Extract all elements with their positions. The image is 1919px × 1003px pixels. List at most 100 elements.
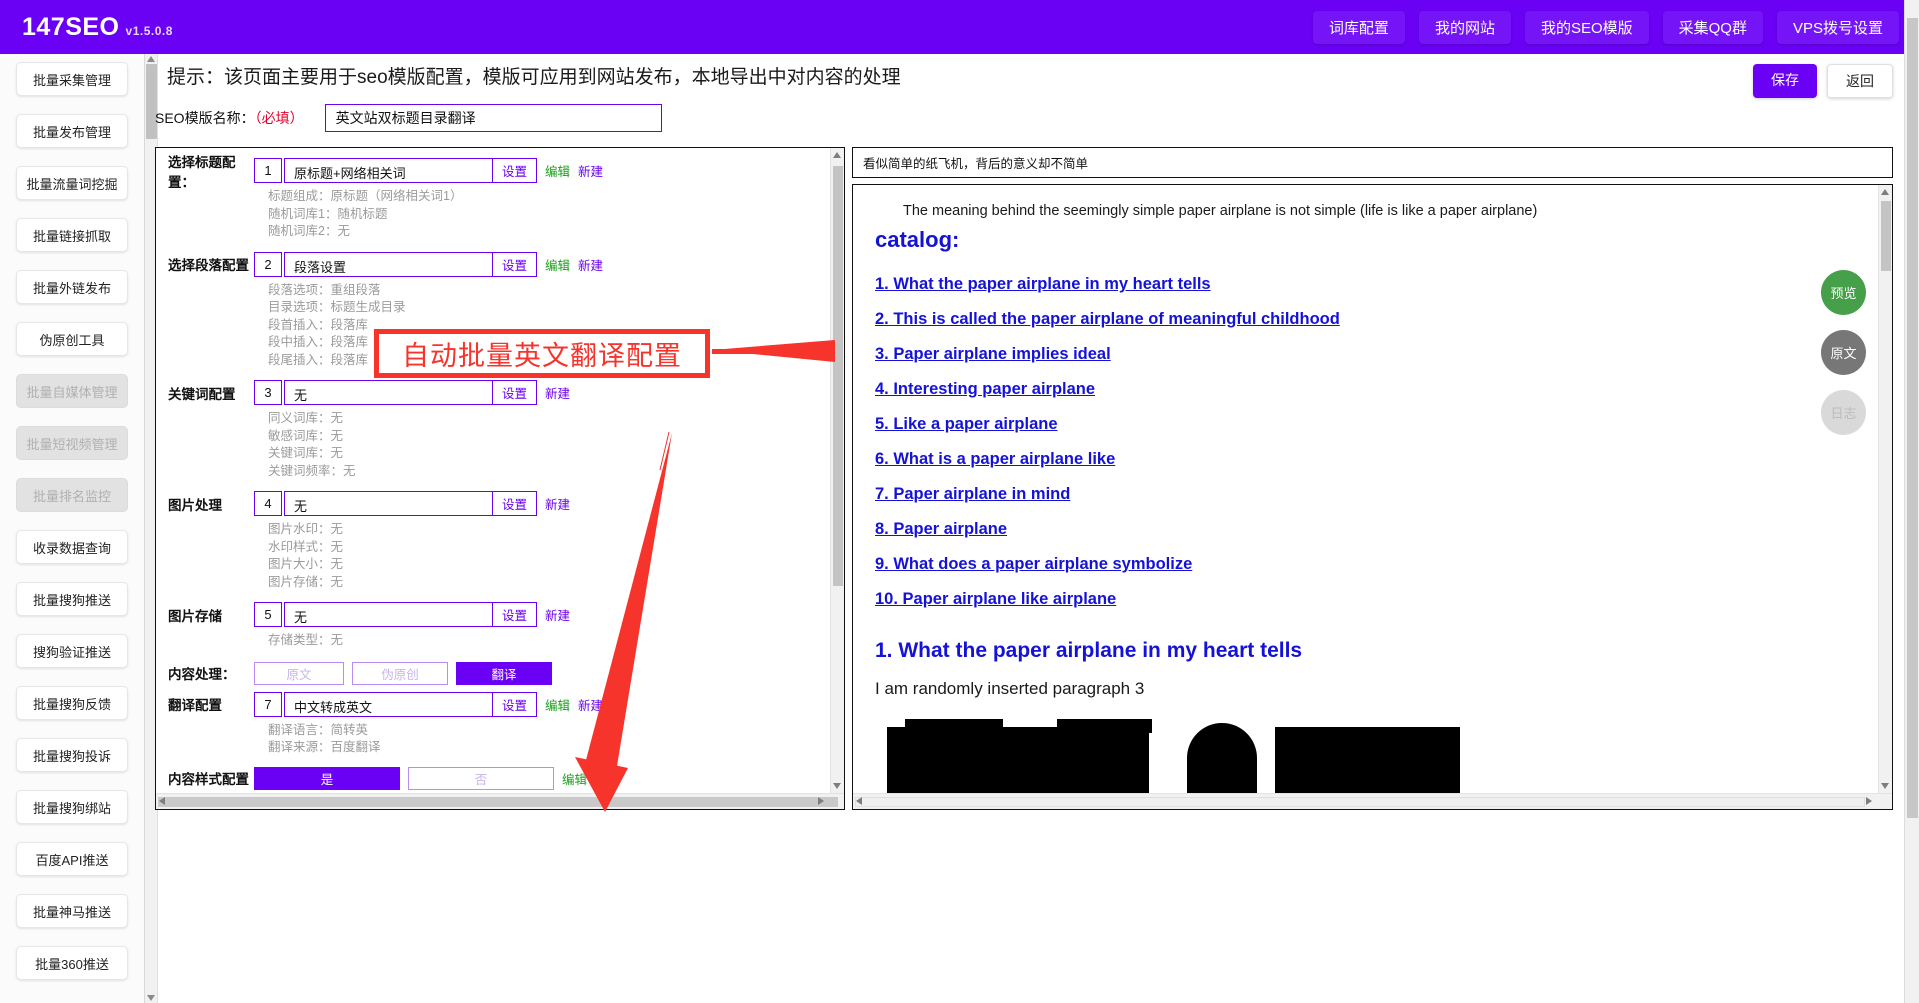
sidebar-item-360-push[interactable]: 批量360推送 xyxy=(16,946,128,980)
source-fab-button[interactable]: 原文 xyxy=(1821,330,1866,375)
config-horizontal-scrollbar-thumb[interactable] xyxy=(158,797,838,807)
sidebar-item-baidu-api-push[interactable]: 百度API推送 xyxy=(16,842,128,876)
preview-scroll-left-icon[interactable] xyxy=(856,797,862,805)
edit-link-translate[interactable]: 编辑 xyxy=(545,695,570,714)
config-field-keyword[interactable]: 无 设置 xyxy=(284,380,537,405)
edit-link-paragraph[interactable]: 编辑 xyxy=(545,255,570,274)
preview-scroll-up-icon[interactable] xyxy=(1881,189,1889,195)
config-field-paragraph[interactable]: 段落设置 设置 xyxy=(284,251,537,277)
template-name-row: SEO模版名称：（必填） xyxy=(155,104,662,132)
config-scroll-up-icon[interactable] xyxy=(833,152,841,158)
new-link-title[interactable]: 新建 xyxy=(578,161,603,180)
content-process-option-original[interactable]: 原文 xyxy=(254,661,344,685)
sidebar-item-link-grab[interactable]: 批量链接抓取 xyxy=(16,218,128,252)
config-sub-translate-0: 翻译语言：简转英 xyxy=(268,722,369,737)
sidebar-item-sogou-feedback[interactable]: 批量搜狗反馈 xyxy=(16,686,128,720)
settings-button-paragraph[interactable]: 设置 xyxy=(492,252,536,276)
new-link-translate[interactable]: 新建 xyxy=(578,695,603,714)
config-vertical-scrollbar[interactable] xyxy=(830,148,844,793)
toc-link-9[interactable]: 9. What does a paper airplane symbolize xyxy=(875,555,1192,574)
new-link-image-storage[interactable]: 新建 xyxy=(545,605,570,624)
nav-item-my-sites[interactable]: 我的网站 xyxy=(1418,10,1511,44)
page-vertical-scrollbar[interactable] xyxy=(1904,0,1919,1003)
sidebar-item-traffic-keyword[interactable]: 批量流量词挖掘 xyxy=(16,166,128,200)
content-process-option-translate[interactable]: 翻译 xyxy=(456,661,552,685)
toc-link-10[interactable]: 10. Paper airplane like airplane xyxy=(875,590,1116,609)
sidebar-item-sogou-complaint[interactable]: 批量搜狗投诉 xyxy=(16,738,128,772)
new-link-keyword[interactable]: 新建 xyxy=(545,383,570,402)
toc-link-8[interactable]: 8. Paper airplane xyxy=(875,520,1007,539)
config-index-keyword[interactable] xyxy=(254,380,282,405)
preview-horizontal-scrollbar[interactable] xyxy=(853,793,1892,809)
sidebar-item-collection-mgmt[interactable]: 批量采集管理 xyxy=(16,62,128,96)
config-index-translate[interactable] xyxy=(254,691,282,717)
sidebar-item-shenma-push[interactable]: 批量神马推送 xyxy=(16,894,128,928)
page-scrollbar-thumb[interactable] xyxy=(1907,18,1918,818)
main-content: 提示：该页面主要用于seo模版配置，模版可应用到网站发布，本地导出中对内容的处理… xyxy=(144,54,1919,1003)
sidebar-item-outlink-publish[interactable]: 批量外链发布 xyxy=(16,270,128,304)
settings-button-title[interactable]: 设置 xyxy=(492,159,536,182)
config-sub-translate-1: 翻译来源：百度翻译 xyxy=(268,740,381,754)
config-scroll-right-icon[interactable] xyxy=(818,797,824,805)
preview-fab-button[interactable]: 预览 xyxy=(1821,270,1866,315)
config-index-paragraph[interactable] xyxy=(254,251,282,277)
config-sub-image-2: 图片大小：无 xyxy=(268,557,344,571)
config-field-title[interactable]: 原标题+网络相关词 设置 xyxy=(284,158,537,183)
annotation-text: 自动批量英文翻译配置 xyxy=(402,341,682,371)
return-button[interactable]: 返回 xyxy=(1827,64,1893,98)
template-name-input[interactable] xyxy=(324,104,662,132)
settings-button-translate[interactable]: 设置 xyxy=(492,692,536,716)
config-scroll-down-icon[interactable] xyxy=(833,783,841,789)
sidebar-item-sogou-bind[interactable]: 批量搜狗绑站 xyxy=(16,790,128,824)
nav-item-qq-group[interactable]: 采集QQ群 xyxy=(1662,10,1763,44)
toc-link-6[interactable]: 6. What is a paper airplane like xyxy=(875,450,1115,469)
config-sub-title-0: 标题组成：原标题（网络相关词1） xyxy=(268,189,463,203)
preview-scroll-right-icon[interactable] xyxy=(1866,797,1872,805)
settings-button-image[interactable]: 设置 xyxy=(492,492,536,515)
preview-horizontal-scrollbar-thumb[interactable] xyxy=(855,797,1865,807)
config-index-title[interactable] xyxy=(254,158,282,183)
log-fab-button[interactable]: 日志 xyxy=(1821,390,1866,435)
scroll-down-arrow-icon[interactable] xyxy=(147,995,155,1001)
sidebar-item-sogou-verify-push[interactable]: 搜狗验证推送 xyxy=(16,634,128,668)
nav-item-vps-dialup[interactable]: VPS拨号设置 xyxy=(1776,10,1899,44)
toc-link-3[interactable]: 3. Paper airplane implies ideal xyxy=(875,345,1111,364)
page-hint: 提示：该页面主要用于seo模版配置，模版可应用到网站发布，本地导出中对内容的处理 xyxy=(167,67,901,88)
content-style-option-no[interactable]: 否 xyxy=(408,766,554,790)
toc-link-7[interactable]: 7. Paper airplane in mind xyxy=(875,485,1070,504)
edit-link-title[interactable]: 编辑 xyxy=(545,161,570,180)
config-field-translate[interactable]: 中文转成英文 设置 xyxy=(284,691,537,717)
content-process-option-pseudo[interactable]: 伪原创 xyxy=(352,661,448,685)
toc-link-2[interactable]: 2. This is called the paper airplane of … xyxy=(875,310,1340,329)
scroll-up-arrow-icon[interactable] xyxy=(147,56,155,62)
edit-link-content-style[interactable]: 编辑 xyxy=(562,769,587,788)
sidebar-item-publish-mgmt[interactable]: 批量发布管理 xyxy=(16,114,128,148)
new-link-paragraph[interactable]: 新建 xyxy=(578,255,603,274)
preview-title-box: 看似简单的纸飞机，背后的意义却不简单 xyxy=(852,147,1893,178)
content-style-option-yes[interactable]: 是 xyxy=(254,766,400,790)
settings-button-keyword[interactable]: 设置 xyxy=(492,381,536,404)
sidebar-item-index-query[interactable]: 收录数据查询 xyxy=(16,530,128,564)
config-index-image[interactable] xyxy=(254,491,282,516)
preview-vertical-scrollbar[interactable] xyxy=(1878,185,1892,793)
save-button[interactable]: 保存 xyxy=(1753,64,1817,98)
config-scroll-left-icon[interactable] xyxy=(159,797,165,805)
config-horizontal-scrollbar[interactable] xyxy=(156,793,844,809)
config-value-paragraph: 段落设置 xyxy=(294,259,347,275)
new-link-image[interactable]: 新建 xyxy=(545,494,570,513)
preview-scroll-down-icon[interactable] xyxy=(1881,783,1889,789)
config-field-image-storage[interactable]: 无 设置 xyxy=(284,602,537,627)
config-field-image[interactable]: 无 设置 xyxy=(284,491,537,516)
nav-item-cikuperzhi[interactable]: 词库配置 xyxy=(1312,10,1405,44)
settings-button-image-storage[interactable]: 设置 xyxy=(492,603,536,626)
sidebar-item-short-video: 批量短视频管理 xyxy=(16,426,128,460)
toc-link-5[interactable]: 5. Like a paper airplane xyxy=(875,415,1058,434)
preview-vertical-scrollbar-thumb[interactable] xyxy=(1881,201,1891,271)
config-index-image-storage[interactable] xyxy=(254,602,282,627)
config-vertical-scrollbar-thumb[interactable] xyxy=(833,166,843,586)
nav-item-my-seo-templates[interactable]: 我的SEO模版 xyxy=(1524,10,1649,44)
sidebar-item-sogou-push[interactable]: 批量搜狗推送 xyxy=(16,582,128,616)
sidebar-item-pseudo-original[interactable]: 伪原创工具 xyxy=(16,322,128,356)
toc-link-1[interactable]: 1. What the paper airplane in my heart t… xyxy=(875,275,1211,294)
toc-link-4[interactable]: 4. Interesting paper airplane xyxy=(875,380,1095,399)
